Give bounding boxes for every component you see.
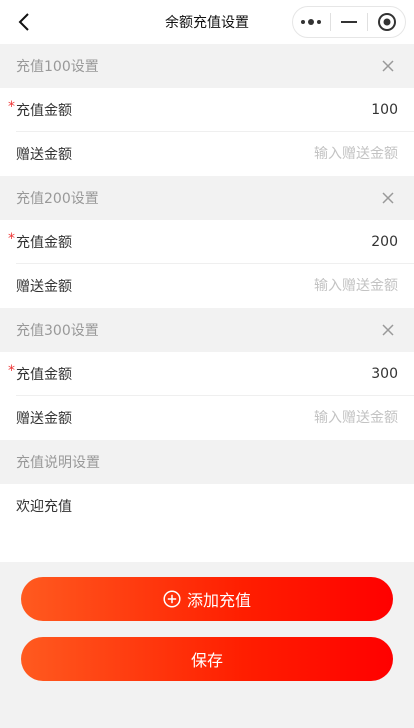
remove-section-button[interactable] (378, 56, 398, 76)
bonus-label: 赠送金额 (16, 147, 72, 163)
amount-row: * 充值金额 (0, 352, 414, 396)
section-header-2: 充值200设置 (0, 176, 414, 220)
description-text: 欢迎充值 (16, 499, 72, 515)
bonus-label: 赠送金额 (16, 411, 72, 427)
amount-input[interactable] (238, 102, 398, 118)
save-button[interactable]: 保存 (21, 637, 393, 681)
remove-section-button[interactable] (378, 188, 398, 208)
section-title: 充值200设置 (16, 191, 99, 207)
bonus-input[interactable] (238, 146, 398, 162)
bonus-row: 赠送金额 (0, 264, 414, 308)
description-header: 充值说明设置 (0, 440, 414, 484)
page-title: 余额充值设置 (165, 15, 249, 31)
close-icon (382, 324, 394, 336)
target-icon (377, 13, 396, 31)
minus-icon (341, 21, 357, 23)
plus-circle-icon (163, 590, 181, 608)
section-header-3: 充值300设置 (0, 308, 414, 352)
section-title: 充值说明设置 (16, 455, 100, 471)
back-button[interactable] (12, 10, 36, 34)
section-header-1: 充值100设置 (0, 44, 414, 88)
required-mark: * (8, 363, 15, 379)
close-icon (382, 192, 394, 204)
amount-input[interactable] (238, 366, 398, 382)
mini-program-capsule (292, 6, 406, 38)
chevron-left-icon (18, 13, 29, 31)
amount-input[interactable] (238, 234, 398, 250)
save-label: 保存 (190, 651, 223, 670)
nav-bar: 余额充值设置 (0, 0, 414, 44)
add-recharge-button[interactable]: 添加充值 (21, 577, 393, 621)
description-textarea[interactable]: 欢迎充值 (0, 484, 414, 562)
section-title: 充值300设置 (16, 323, 99, 339)
bonus-input[interactable] (238, 410, 398, 426)
minimize-button[interactable] (331, 7, 368, 37)
amount-row: * 充值金额 (0, 88, 414, 132)
required-mark: * (8, 99, 15, 115)
bonus-input[interactable] (238, 278, 398, 294)
page: 余额充值设置 充值100设置 * 充值金额 100 赠送金额 输入赠送金额 充值… (0, 0, 414, 728)
close-icon (382, 60, 394, 72)
section-title: 充值100设置 (16, 59, 99, 75)
more-button[interactable] (293, 7, 330, 37)
amount-label: * 充值金额 (8, 99, 72, 119)
add-recharge-label: 添加充值 (186, 591, 251, 610)
amount-label: * 充值金额 (8, 363, 72, 383)
bonus-row: 赠送金额 (0, 132, 414, 176)
remove-section-button[interactable] (378, 320, 398, 340)
close-app-button[interactable] (368, 7, 405, 37)
bonus-row: 赠送金额 (0, 396, 414, 440)
amount-label: * 充值金额 (8, 231, 72, 251)
bonus-label: 赠送金额 (16, 279, 72, 295)
more-dots-icon (301, 19, 322, 25)
amount-row: * 充值金额 (0, 220, 414, 264)
required-mark: * (8, 231, 15, 247)
